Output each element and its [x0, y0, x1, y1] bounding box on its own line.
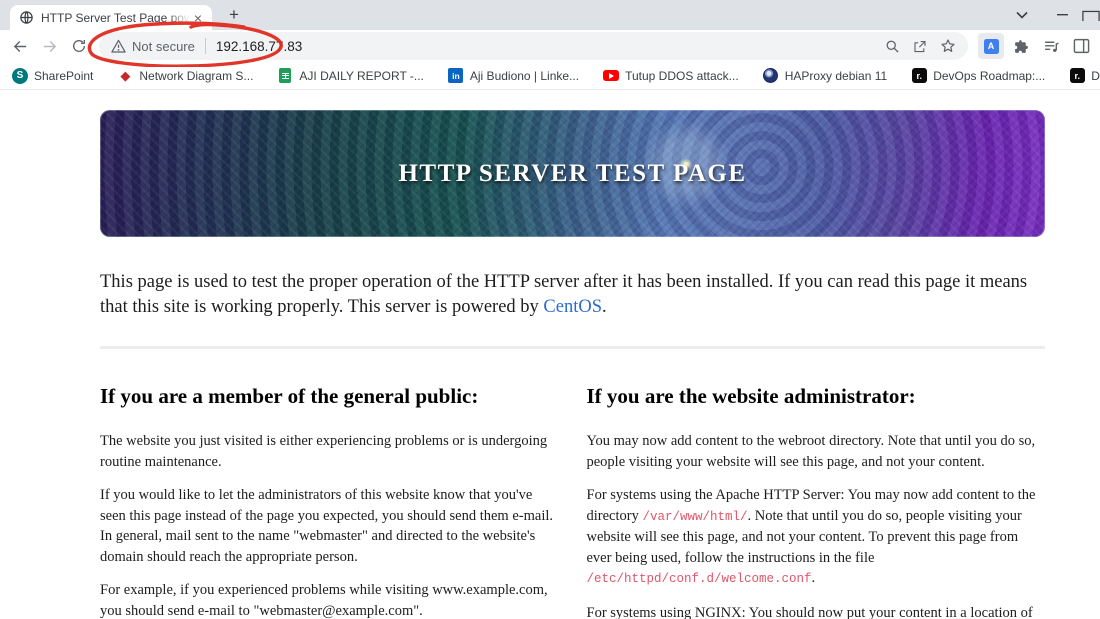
- admin-paragraph-3: For systems using NGINX: You should now …: [586, 604, 1033, 619]
- tab-search-chevron-icon[interactable]: [1002, 0, 1042, 30]
- bookmark-aji-daily-report[interactable]: AJI DAILY REPORT -...: [277, 68, 424, 84]
- sharepoint-icon: S: [12, 67, 28, 84]
- not-secure-label[interactable]: Not secure: [132, 39, 195, 54]
- diagram-icon: ◆: [120, 68, 131, 83]
- apache-docroot-path: /var/www/html/: [642, 509, 748, 524]
- browser-toolbar: Not secure 192.168.77.83 A: [0, 30, 1100, 62]
- reload-button[interactable]: [64, 32, 93, 60]
- forward-button[interactable]: [35, 32, 64, 60]
- admin-column: If you are the website administrator: Yo…: [587, 367, 1046, 619]
- public-paragraph-2: If you would like to let the administrat…: [100, 487, 553, 565]
- intro-paragraph: This page is used to test the proper ope…: [100, 272, 1028, 317]
- extensions-puzzle-icon[interactable]: [1008, 33, 1034, 59]
- haproxy-icon: [763, 68, 779, 84]
- youtube-icon: [603, 68, 620, 84]
- page-title: HTTP SERVER TEST PAGE: [398, 159, 747, 187]
- not-secure-warning-icon: [111, 39, 126, 53]
- new-tab-button[interactable]: +: [222, 6, 246, 26]
- window-controls: [1002, 0, 1100, 30]
- browser-tab[interactable]: HTTP Server Test Page powered ×: [10, 5, 212, 30]
- extensions-area: A: [978, 33, 1094, 59]
- playlist-extension-icon[interactable]: [1038, 33, 1064, 59]
- bookmark-sharepoint[interactable]: S SharePoint: [12, 67, 93, 84]
- url-text[interactable]: 192.168.77.83: [216, 39, 302, 54]
- section-divider: [100, 346, 1045, 349]
- address-bar[interactable]: Not secure 192.168.77.83: [99, 32, 968, 60]
- roadmap-icon: r.: [1069, 68, 1085, 84]
- bookmark-youtube[interactable]: Tutup DDOS attack...: [603, 68, 739, 84]
- bookmark-haproxy[interactable]: HAProxy debian 11: [763, 68, 887, 84]
- page-viewport: HTTP SERVER TEST PAGE This page is used …: [0, 90, 1100, 619]
- bookmark-linkedin[interactable]: in Aji Budiono | Linke...: [448, 68, 579, 84]
- back-button[interactable]: [6, 32, 35, 60]
- globe-favicon: [20, 11, 33, 24]
- public-column: If you are a member of the general publi…: [100, 367, 559, 619]
- google-sheets-icon: [277, 68, 293, 84]
- bookmark-star-icon[interactable]: [934, 33, 962, 59]
- translate-extension-icon[interactable]: A: [978, 33, 1004, 59]
- bookmarks-bar: S SharePoint ◆ Network Diagram S... AJI …: [0, 62, 1100, 90]
- maximize-button[interactable]: [1082, 0, 1100, 30]
- roadmap-icon: r.: [911, 68, 927, 84]
- side-search-icon[interactable]: [878, 33, 906, 59]
- side-panel-icon[interactable]: [1068, 33, 1094, 59]
- public-paragraph-1: The website you just visited is either e…: [100, 433, 548, 470]
- centos-link[interactable]: CentOS: [543, 297, 602, 317]
- share-icon[interactable]: [906, 33, 934, 59]
- admin-heading: If you are the website administrator:: [586, 384, 916, 408]
- omnibox-divider: [204, 38, 206, 54]
- banner-image: HTTP SERVER TEST PAGE: [100, 110, 1045, 237]
- tab-close-icon[interactable]: ×: [190, 9, 206, 27]
- tab-title: HTTP Server Test Page powered: [41, 10, 190, 25]
- minimize-button[interactable]: [1042, 0, 1082, 30]
- bookmark-network-diagram[interactable]: ◆ Network Diagram S...: [117, 68, 253, 84]
- linkedin-icon: in: [448, 68, 464, 84]
- public-heading: If you are a member of the general publi…: [100, 384, 479, 408]
- bookmark-devops-roadmap[interactable]: r. DevOps Roadmap:...: [911, 68, 1045, 84]
- public-paragraph-3: For example, if you experienced problems…: [100, 582, 548, 619]
- tab-strip: HTTP Server Test Page powered × +: [0, 0, 1100, 30]
- welcome-conf-path: /etc/httpd/conf.d/welcome.conf: [586, 572, 812, 586]
- bookmark-docker-roadmap[interactable]: r. Docker Roadmap -...: [1069, 68, 1100, 84]
- admin-paragraph-2: For systems using the Apache HTTP Server…: [586, 487, 1036, 586]
- admin-paragraph-1: You may now add content to the webroot d…: [586, 433, 1036, 470]
